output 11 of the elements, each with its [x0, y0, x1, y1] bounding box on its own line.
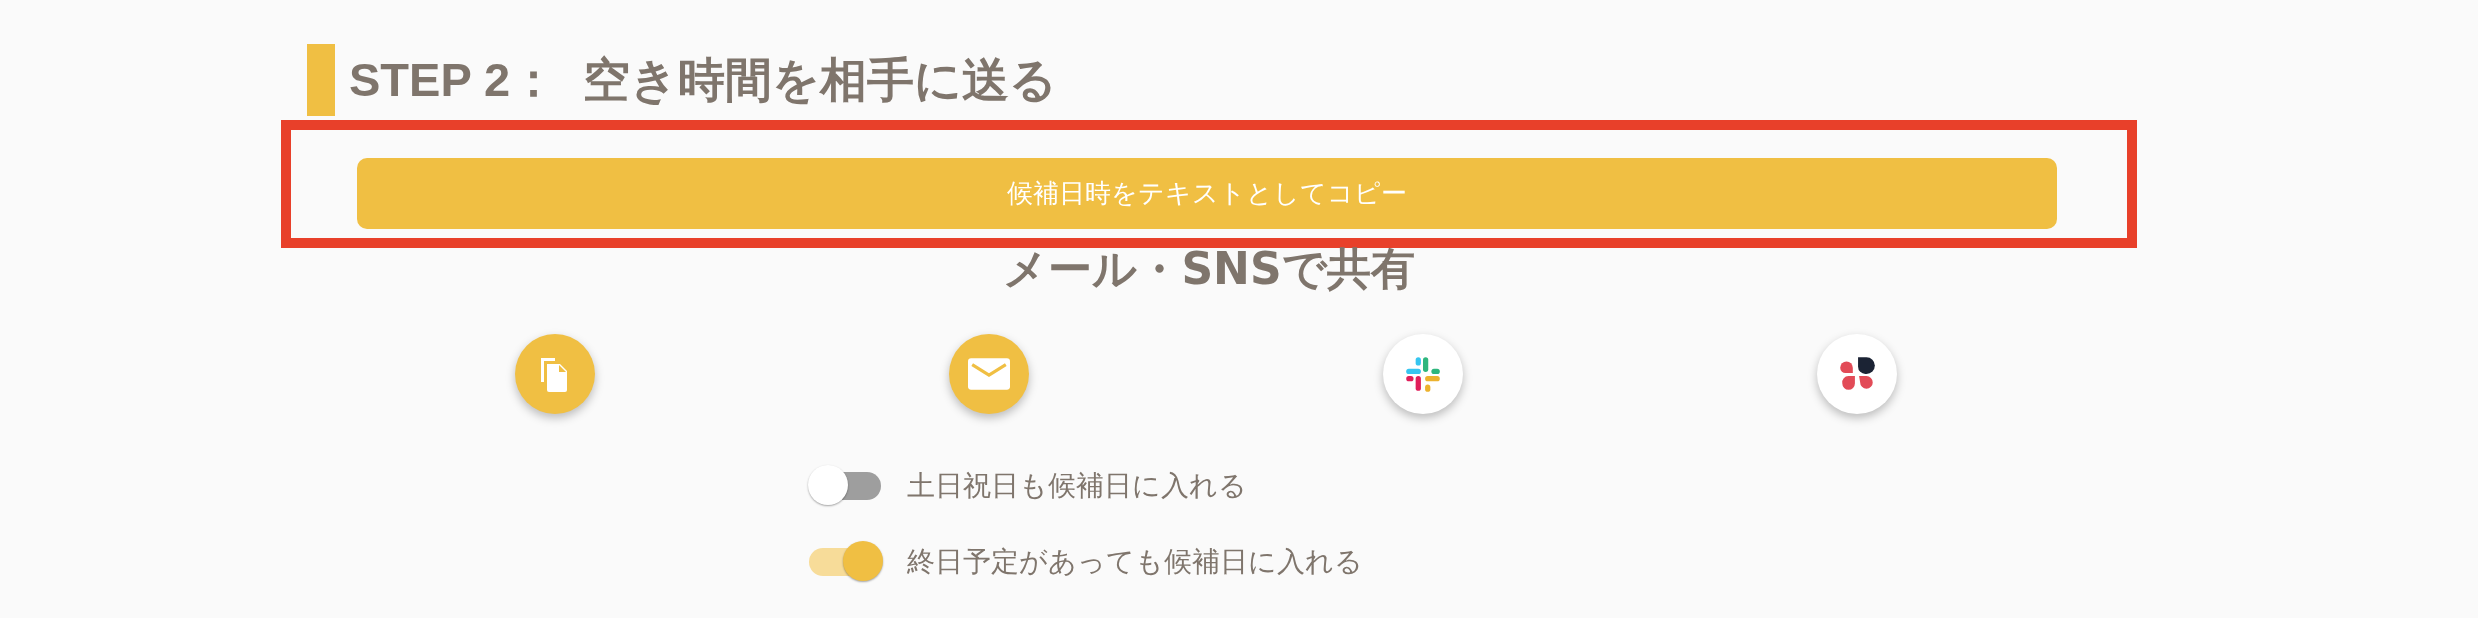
share-heading: メール・SNSで共有 [1002, 242, 1416, 296]
mail-icon [968, 358, 1010, 390]
toggle-label: 終日予定があっても候補日に入れる [907, 544, 1363, 580]
step-title: STEP 2： 空き時間を相手に送る [349, 51, 1058, 108]
toggle-label: 土日祝日も候補日に入れる [907, 468, 1247, 504]
mail-button[interactable] [949, 334, 1029, 414]
copy-button[interactable] [515, 334, 595, 414]
slack-share-button[interactable] [1383, 334, 1463, 414]
heading-accent-bar [307, 44, 335, 116]
share-button[interactable] [1817, 334, 1897, 414]
copy-text-button[interactable]: 候補日時をテキストとしてコピー [357, 158, 2057, 229]
